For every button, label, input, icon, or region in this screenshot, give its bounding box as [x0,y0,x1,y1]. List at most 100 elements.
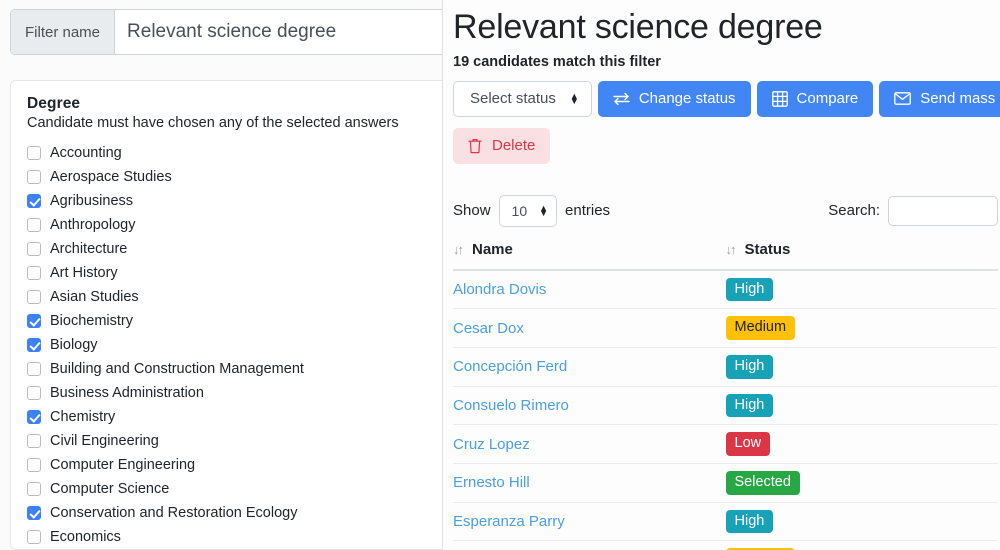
cell-status: High [725,347,998,387]
degree-option-item[interactable]: Asian Studies [27,285,436,309]
degree-filter-card: Degree Candidate must have chosen any of… [10,80,442,550]
table-row: Concepción Ferd High [453,347,998,387]
degree-option-checkbox[interactable] [27,290,41,304]
degree-option-checkbox[interactable] [27,338,41,352]
degree-option-label: Agribusiness [50,192,134,209]
page-title: Relevant science degree [453,8,823,46]
candidate-link[interactable]: Ernesto Hill [453,474,530,491]
degree-question-subtitle: Candidate must have chosen any of the se… [27,115,399,131]
degree-option-checkbox[interactable] [27,530,41,544]
table-row: Cesar Dox Medium [453,308,998,348]
chevron-updown-icon: ▲ ▼ [569,90,579,106]
degree-option-checkbox[interactable] [27,314,41,328]
degree-option-item[interactable]: Biology [27,333,436,357]
degree-option-item[interactable]: Anthropology [27,213,436,237]
candidates-table-head: ↓↑ Name ↓↑ Status [453,240,998,271]
degree-option-item[interactable]: Civil Engineering [27,429,436,453]
status-badge: Selected [725,470,800,495]
degree-option-checkbox[interactable] [27,506,41,520]
degree-option-label: Anthropology [50,216,136,233]
filter-name-group: Filter name [10,9,442,55]
cell-status: High [725,386,998,426]
send-mass-email-button[interactable]: Send mass e [879,80,1000,117]
degree-option-label: Conservation and Restoration Ecology [50,504,298,521]
sort-updown-icon: ↓↑ [725,241,737,257]
search-label: Search: [828,202,880,219]
degree-option-label: Computer Science [50,480,170,497]
degree-option-checkbox[interactable] [27,362,41,376]
degree-option-label: Chemistry [50,408,116,425]
candidate-link[interactable]: Consuelo Rimero [453,397,569,414]
delete-button[interactable]: Delete [453,127,551,164]
degree-option-checkbox[interactable] [27,482,41,496]
degree-option-checkbox[interactable] [27,146,41,160]
degree-option-list: Accounting Aerospace Studies Agribusiness A… [27,141,436,549]
filter-name-label: Filter name [11,10,116,54]
degree-option-item[interactable]: Business Administration [27,381,436,405]
status-badge: High [725,354,774,379]
filter-name-input[interactable] [115,10,442,54]
column-header-name[interactable]: ↓↑ Name [453,240,726,271]
candidates-table: ↓↑ Name ↓↑ Status Alondra Dovis High Cesar… [453,240,998,550]
degree-option-item[interactable]: Building and Construction Management [27,357,436,381]
change-status-button[interactable]: Change status [597,80,751,117]
degree-option-checkbox[interactable] [27,458,41,472]
select-status-dropdown[interactable]: Select status ▲ ▼ [453,80,592,117]
degree-option-checkbox[interactable] [27,434,41,448]
degree-option-item[interactable]: Chemistry [27,405,436,429]
show-label: Show [453,202,491,219]
column-header-status-label: Status [744,240,791,258]
cell-name: Esperanza Parry [453,502,726,542]
degree-option-item[interactable]: Art History [27,261,436,285]
degree-option-checkbox[interactable] [27,410,41,424]
degree-option-checkbox[interactable] [27,194,41,208]
cell-name: Ernesto Hill [453,463,726,503]
delete-label: Delete [492,137,536,154]
table-grid-icon [771,90,788,107]
cell-status: Medium [725,540,998,550]
column-header-status[interactable]: ↓↑ Status [725,240,998,271]
degree-option-checkbox[interactable] [27,170,41,184]
page-length-select[interactable]: 10 ▲ ▼ [498,194,558,227]
candidate-link[interactable]: Concepción Ferd [453,358,567,375]
candidate-link[interactable]: Alondra Dovis [453,281,546,298]
candidate-link[interactable]: Cruz Lopez [453,436,530,453]
match-count-text: 19 candidates match this filter [453,53,661,70]
degree-option-checkbox[interactable] [27,218,41,232]
table-row: Ernesto Hill Selected [453,463,998,503]
candidate-link[interactable]: Esperanza Parry [453,513,565,530]
cell-status: High [725,269,998,310]
degree-question-title: Degree [27,95,81,112]
degree-option-item[interactable]: Biochemistry [27,309,436,333]
entries-length-control: Show 10 ▲ ▼ entries [453,194,611,227]
filter-editor-screen: Filter name Degree Candidate must have c… [0,0,1000,550]
degree-option-label: Biochemistry [50,312,133,329]
degree-option-item[interactable]: Agribusiness [27,189,436,213]
datatable-controls: Show 10 ▲ ▼ entries Search: [453,194,998,227]
degree-option-checkbox[interactable] [27,386,41,400]
candidate-link[interactable]: Cesar Dox [453,320,524,337]
degree-option-item[interactable]: Aerospace Studies [27,165,436,189]
compare-label: Compare [796,90,859,107]
search-control: Search: [828,195,998,226]
exchange-arrows-icon [613,92,630,106]
degree-option-item[interactable]: Computer Engineering [27,453,436,477]
degree-option-label: Biology [50,336,98,353]
bulk-actions-toolbar: Select status ▲ ▼ Change status Compare … [453,80,1000,117]
search-input[interactable] [888,195,998,226]
cell-status: Low [725,424,998,464]
degree-option-item[interactable]: Accounting [27,141,436,165]
entries-label: entries [565,202,611,219]
degree-option-item[interactable]: Economics [27,525,436,549]
compare-button[interactable]: Compare [756,80,874,117]
degree-option-label: Art History [50,264,118,281]
degree-option-label: Aerospace Studies [50,168,172,185]
degree-option-checkbox[interactable] [27,266,41,280]
degree-option-item[interactable]: Architecture [27,237,436,261]
degree-option-checkbox[interactable] [27,242,41,256]
cell-status: High [725,502,998,542]
degree-option-item[interactable]: Computer Science [27,477,436,501]
degree-option-label: Accounting [50,144,122,161]
degree-option-item[interactable]: Conservation and Restoration Ecology [27,501,436,525]
cell-name: Cesar Dox [453,308,726,348]
